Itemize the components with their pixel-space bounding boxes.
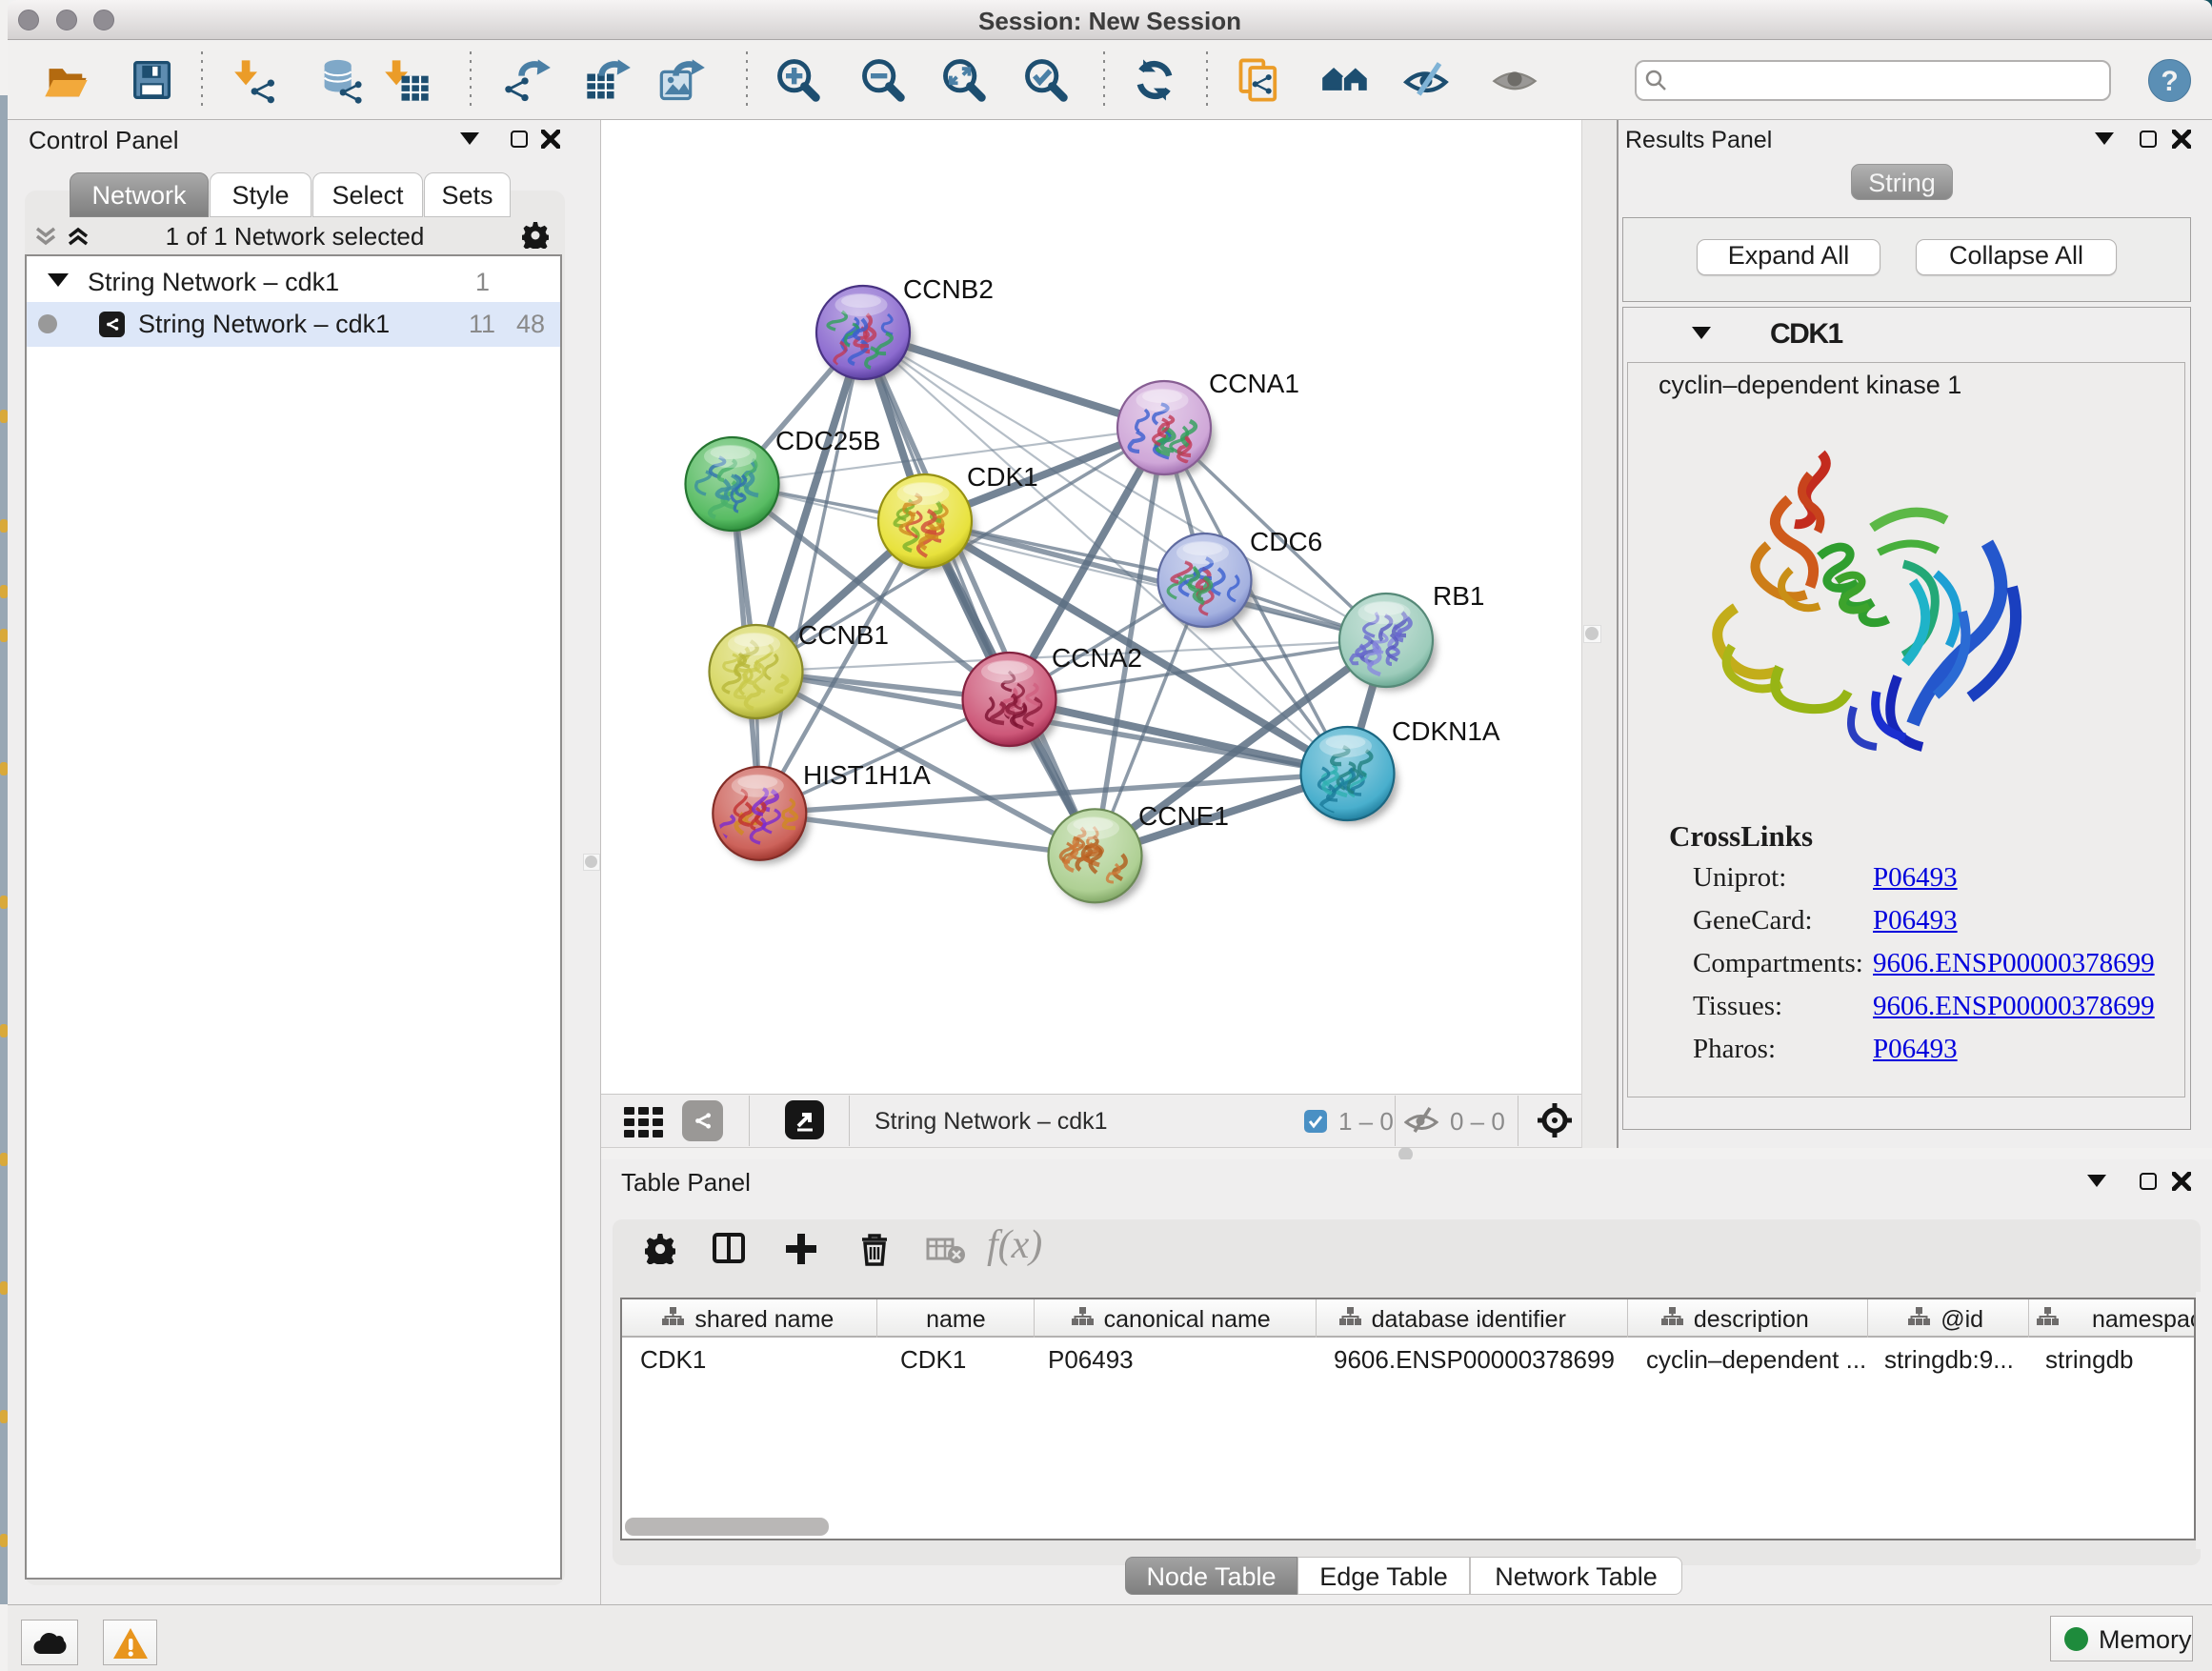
svg-text:CCNA2: CCNA2	[1052, 643, 1142, 673]
svg-text:CDC6: CDC6	[1250, 527, 1322, 556]
svg-text:HIST1H1A: HIST1H1A	[803, 760, 931, 790]
svg-text:RB1: RB1	[1433, 581, 1484, 611]
svg-text:CDK1: CDK1	[967, 462, 1038, 492]
svg-text:CCNB2: CCNB2	[903, 274, 994, 304]
svg-text:CCNB1: CCNB1	[798, 620, 889, 650]
svg-text:CCNA1: CCNA1	[1209, 369, 1299, 398]
svg-text:CDC25B: CDC25B	[775, 426, 880, 455]
svg-text:CDKN1A: CDKN1A	[1392, 716, 1500, 746]
svg-text:CCNE1: CCNE1	[1138, 801, 1229, 831]
